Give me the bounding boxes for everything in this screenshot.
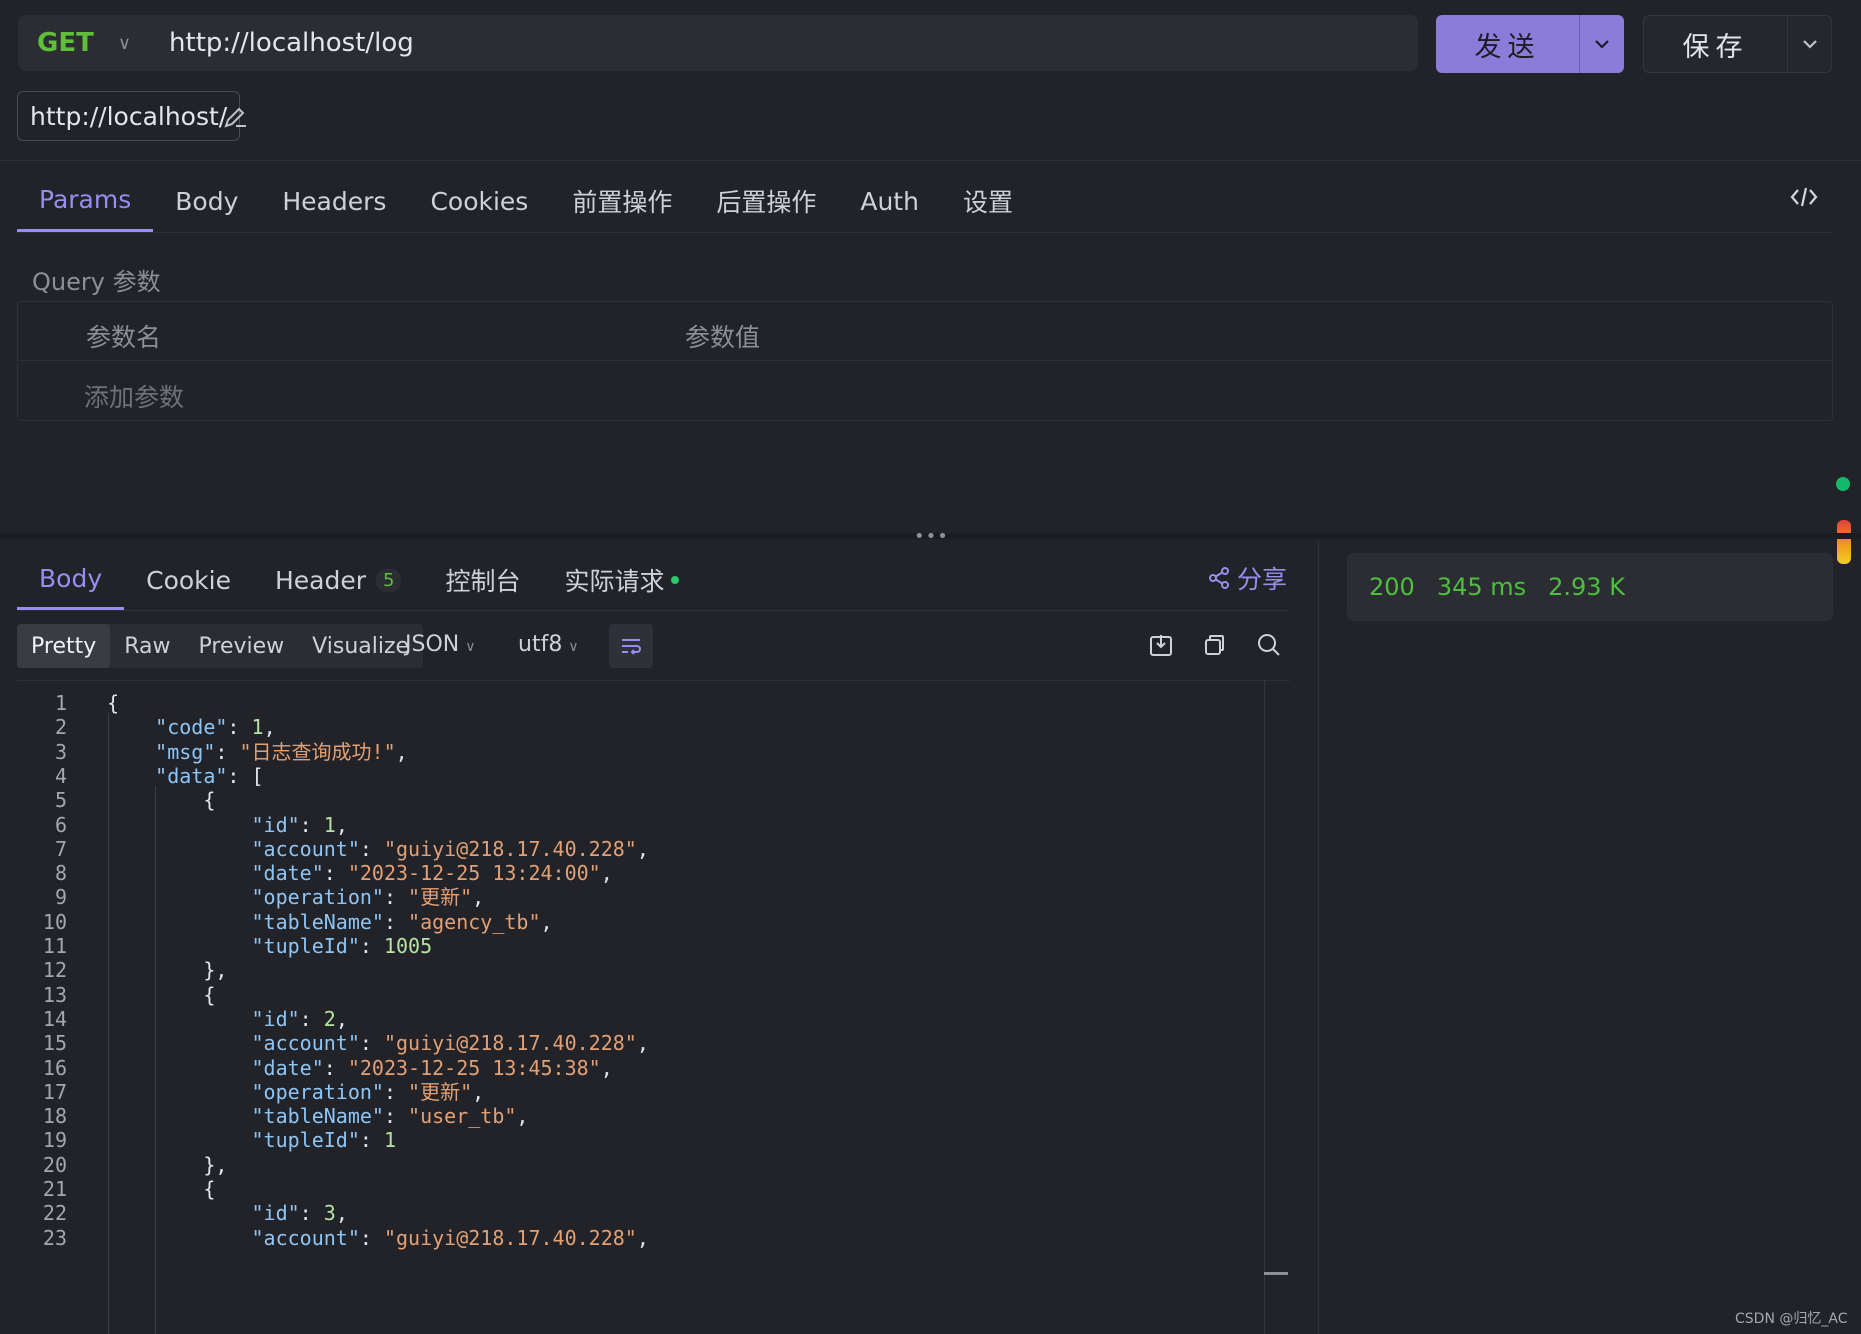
column-header-name: 参数名	[86, 323, 162, 352]
url-input[interactable]	[169, 23, 1418, 63]
chevron-down-icon: ∨	[465, 639, 476, 655]
divider	[1318, 540, 1319, 1334]
add-param-input[interactable]: 添加参数	[84, 378, 184, 414]
request-tabs: Params Body Headers Cookies 前置操作 后置操作 Au…	[17, 170, 1035, 232]
save-button[interactable]: 保存	[1643, 15, 1832, 73]
charset-value: utf8	[518, 632, 563, 657]
code-icon[interactable]	[1789, 184, 1819, 210]
scroll-indicator[interactable]	[1837, 520, 1851, 564]
view-mode-group: Pretty Raw Preview Visualize	[17, 624, 424, 668]
header-count-badge: 5	[376, 568, 402, 592]
download-icon[interactable]	[1148, 632, 1174, 658]
editor-scrollbar-track	[1264, 680, 1265, 1334]
view-preview[interactable]: Preview	[185, 624, 299, 668]
tab-response-body[interactable]: Body	[17, 550, 125, 610]
indent-guide	[108, 713, 109, 1334]
url-bar: GET ∨	[18, 15, 1418, 71]
wrap-lines-icon	[622, 639, 641, 655]
format-value: JSON	[405, 632, 460, 657]
column-header-value: 参数值	[685, 323, 761, 352]
tab-pre-script[interactable]: 前置操作	[550, 170, 694, 232]
edit-icon[interactable]	[222, 104, 248, 130]
tab-console[interactable]: 控制台	[423, 550, 542, 610]
status-dot-icon	[670, 576, 679, 584]
tab-auth[interactable]: Auth	[838, 170, 941, 232]
divider	[18, 360, 1832, 361]
tab-actual-request-label: 实际请求	[564, 567, 665, 596]
editor-scroll-thumb[interactable]	[1264, 1272, 1288, 1275]
drag-handle-icon[interactable]: •••	[914, 526, 949, 547]
tab-response-header[interactable]: Header 5	[253, 550, 423, 610]
query-params-table	[17, 301, 1833, 421]
tab-response-cookie[interactable]: Cookie	[124, 550, 253, 610]
tab-actual-request[interactable]: 实际请求	[542, 550, 700, 610]
response-tabs: Body Cookie Header 5 控制台 实际请求	[17, 550, 701, 610]
response-time: 345 ms	[1436, 573, 1527, 601]
search-icon[interactable]	[1256, 632, 1282, 658]
view-pretty[interactable]: Pretty	[17, 624, 111, 668]
copy-icon[interactable]	[1202, 632, 1228, 658]
response-body-editor[interactable]: 1{2 "code": 1, 3 "msg": "日志查询成功!", 4 "data…	[17, 680, 1290, 1334]
tab-body[interactable]: Body	[153, 170, 260, 232]
chevron-down-icon: ∨	[568, 639, 579, 655]
tab-post-script[interactable]: 后置操作	[694, 170, 838, 232]
connection-status-icon	[1836, 477, 1850, 491]
tab-params[interactable]: Params	[17, 170, 154, 232]
save-dropdown-chevron-icon[interactable]	[1788, 16, 1831, 72]
response-size: 2.93 K	[1548, 573, 1625, 601]
tab-settings[interactable]: 设置	[941, 170, 1035, 232]
view-raw[interactable]: Raw	[110, 624, 184, 668]
line-number: 23	[42, 1225, 67, 1250]
code-text: "account": "guiyi@218.17.40.228",	[251, 1225, 649, 1250]
share-icon	[1209, 567, 1229, 589]
divider	[0, 160, 1861, 161]
base-url-chip[interactable]: http://localhost/	[17, 91, 241, 141]
response-status-panel: 200 345 ms 2.93 K	[1347, 553, 1833, 621]
method-selector[interactable]: GET	[37, 28, 94, 58]
divider	[17, 610, 1290, 611]
charset-select[interactable]: utf8 ∨	[518, 632, 579, 657]
send-dropdown-chevron-icon[interactable]	[1580, 15, 1624, 73]
wrap-lines-button[interactable]	[609, 624, 653, 668]
save-label[interactable]: 保存	[1644, 16, 1787, 72]
tab-headers[interactable]: Headers	[260, 170, 408, 232]
status-code: 200	[1369, 573, 1415, 601]
format-select[interactable]: JSON ∨	[405, 632, 475, 657]
tab-cookies[interactable]: Cookies	[408, 170, 550, 232]
divider	[17, 232, 1833, 233]
code-line: 23 "account": "guiyi@218.17.40.228",	[17, 1224, 1257, 1253]
query-section-label: Query 参数	[32, 268, 161, 296]
tab-response-header-label: Header	[274, 565, 367, 595]
indent-guide	[155, 786, 156, 1334]
share-button[interactable]: 分享	[1207, 560, 1287, 596]
chevron-down-icon[interactable]: ∨	[118, 33, 131, 54]
share-label: 分享	[1237, 565, 1288, 594]
watermark: CSDN @归忆_AC	[1735, 1311, 1848, 1327]
send-button[interactable]: 发送	[1436, 15, 1624, 73]
send-label[interactable]: 发送	[1436, 15, 1579, 73]
